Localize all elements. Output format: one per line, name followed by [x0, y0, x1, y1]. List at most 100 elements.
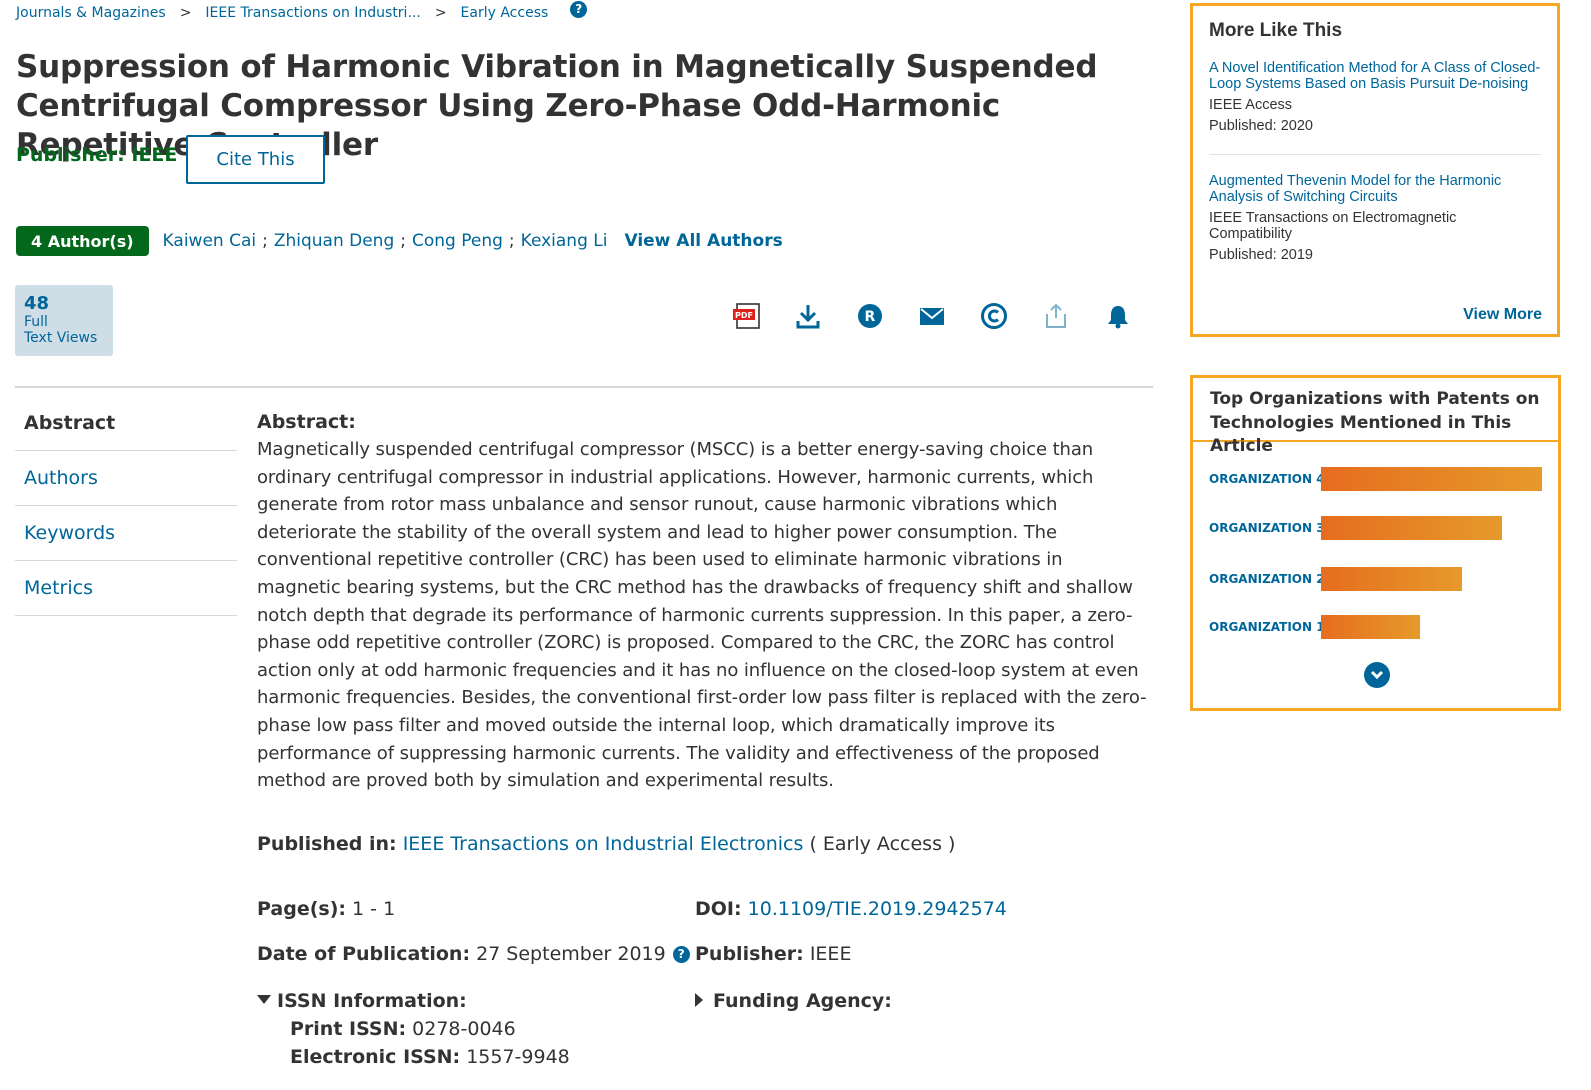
print-issn-value: 0278-0046 [412, 1018, 516, 1040]
more-like-this-title: More Like This [1209, 20, 1343, 41]
publisher-label: Publisher: IEEE [16, 144, 178, 166]
related-article-link[interactable]: Augmented Thevenin Model for the Harmoni… [1209, 173, 1541, 205]
email-icon[interactable] [912, 296, 952, 336]
electronic-issn: Electronic ISSN: 1557-9948 [290, 1043, 570, 1071]
abstract-section: Abstract: Magnetically suspended centrif… [257, 409, 1147, 795]
breadcrumb-journals-magazines[interactable]: Journals & Magazines [16, 5, 166, 21]
organization-label: ORGANIZATION 3 [1209, 521, 1325, 535]
organization-label: ORGANIZATION 4 [1209, 472, 1325, 486]
organization-row[interactable]: ORGANIZATION 1 [1193, 615, 1420, 639]
author-link[interactable]: Cong Peng [412, 231, 503, 251]
organization-bar [1321, 467, 1542, 491]
print-issn-label: Print ISSN: [290, 1018, 407, 1040]
author-separator: ; [262, 231, 268, 251]
nav-item-abstract[interactable]: Abstract [15, 396, 237, 451]
published-in-label: Published in: [257, 833, 397, 855]
top-organizations-title-line: Technologies Mentioned in This Article [1210, 412, 1512, 457]
related-article-venue: IEEE Access [1209, 97, 1293, 113]
electronic-issn-value: 1557-9948 [466, 1046, 570, 1068]
related-article: A Novel Identification Method for A Clas… [1209, 60, 1541, 134]
doi-label: DOI: [695, 898, 742, 920]
full-text-views-box: 48 Full Text Views [15, 285, 113, 356]
more-like-this-panel: More Like This A Novel Identification Me… [1190, 3, 1560, 337]
pages-value: 1 - 1 [352, 898, 396, 920]
related-article: Augmented Thevenin Model for the Harmoni… [1209, 173, 1541, 263]
published-in-journal-link[interactable]: IEEE Transactions on Industrial Electron… [403, 833, 804, 855]
alert-bell-icon[interactable] [1098, 296, 1138, 336]
breadcrumb: Journals & Magazines > IEEE Transactions… [16, 0, 588, 21]
organization-label: ORGANIZATION 2 [1209, 572, 1325, 586]
nav-item-authors[interactable]: Authors [15, 451, 237, 506]
date-label: Date of Publication: [257, 943, 471, 965]
chevron-down-icon[interactable] [1364, 662, 1390, 688]
doi-link[interactable]: 10.1109/TIE.2019.2942574 [748, 898, 1007, 920]
copyright-icon[interactable] [974, 296, 1014, 336]
help-icon[interactable]: ? [672, 945, 690, 963]
views-label: Text Views [24, 330, 98, 346]
views-label: Full [24, 314, 48, 330]
breadcrumb-journal[interactable]: IEEE Transactions on Industri... [205, 5, 420, 21]
top-organizations-title-line: Top Organizations with Patents on [1210, 389, 1540, 409]
article-section-nav: Abstract Authors Keywords Metrics [15, 396, 237, 616]
divider [1209, 154, 1541, 155]
nav-item-metrics[interactable]: Metrics [15, 561, 237, 616]
date-of-publication: Date of Publication: 27 September 2019 ? [257, 943, 690, 965]
date-value: 27 September 2019 [476, 943, 666, 965]
related-article-link[interactable]: A Novel Identification Method for A Clas… [1209, 60, 1541, 92]
author-link[interactable]: Zhiquan Deng [274, 231, 394, 251]
pages: Page(s): 1 - 1 [257, 898, 395, 920]
views-count: 48 [24, 293, 50, 314]
view-more-link[interactable]: View More [1463, 306, 1542, 324]
published-in-status: ( Early Access ) [809, 833, 956, 855]
organization-bar [1321, 567, 1462, 591]
related-article-published: Published: 2019 [1209, 247, 1313, 263]
rights-icon[interactable]: R [850, 296, 890, 336]
related-article-venue: IEEE Transactions on Electromagnetic Com… [1209, 210, 1457, 242]
electronic-issn-label: Electronic ISSN: [290, 1046, 461, 1068]
publisher-meta-label: Publisher: [695, 943, 804, 965]
organization-bar [1321, 516, 1502, 540]
download-icon[interactable] [788, 296, 828, 336]
author-link[interactable]: Kaiwen Cai [163, 231, 257, 251]
organization-bar [1321, 615, 1420, 639]
publisher-meta: Publisher: IEEE [695, 943, 851, 965]
issn-toggle[interactable]: ISSN Information: [257, 990, 570, 1012]
author-separator: ; [400, 231, 406, 251]
top-organizations-title: Top Organizations with Patents on Techno… [1193, 378, 1558, 456]
action-toolbar: PDF R [726, 296, 1160, 336]
pages-label: Page(s): [257, 898, 346, 920]
svg-text:PDF: PDF [735, 311, 753, 320]
pdf-icon[interactable]: PDF [726, 296, 766, 336]
share-icon[interactable] [1036, 296, 1076, 336]
breadcrumb-separator: > [179, 5, 192, 21]
top-organizations-panel: Top Organizations with Patents on Techno… [1190, 375, 1561, 711]
issn-information: ISSN Information: Print ISSN: 0278-0046 … [257, 990, 570, 1071]
issn-label: ISSN Information: [277, 990, 467, 1012]
caret-right-icon [695, 993, 703, 1007]
caret-down-icon [257, 995, 271, 1004]
funding-label: Funding Agency: [713, 990, 892, 1012]
organization-row[interactable]: ORGANIZATION 4 [1193, 467, 1542, 491]
author-link[interactable]: Kexiang Li [521, 231, 608, 251]
abstract-heading: Abstract: [257, 411, 356, 433]
breadcrumb-separator: > [434, 5, 447, 21]
doi: DOI: 10.1109/TIE.2019.2942574 [695, 898, 1007, 920]
author-list: Kaiwen Cai ; Zhiquan Deng ; Cong Peng ; … [163, 231, 608, 251]
print-issn: Print ISSN: 0278-0046 [290, 1015, 570, 1043]
help-icon[interactable]: ? [570, 0, 588, 18]
nav-item-keywords[interactable]: Keywords [15, 506, 237, 561]
cite-this-button[interactable]: Cite This [186, 135, 325, 184]
abstract-text: Magnetically suspended centrifugal compr… [257, 439, 1147, 792]
view-all-authors-link[interactable]: View All Authors [624, 231, 782, 251]
svg-text:R: R [865, 309, 876, 325]
organization-row[interactable]: ORGANIZATION 2 [1193, 567, 1462, 591]
funding-agency[interactable]: Funding Agency: [695, 990, 892, 1012]
breadcrumb-early-access[interactable]: Early Access [461, 5, 549, 21]
authors-row: 4 Author(s) Kaiwen Cai ; Zhiquan Deng ; … [16, 226, 783, 256]
organization-row[interactable]: ORGANIZATION 3 [1193, 516, 1502, 540]
author-separator: ; [508, 231, 515, 251]
author-count-badge[interactable]: 4 Author(s) [16, 226, 149, 256]
published-in: Published in: IEEE Transactions on Indus… [257, 833, 955, 855]
related-article-published: Published: 2020 [1209, 118, 1313, 134]
section-divider [15, 386, 1153, 388]
